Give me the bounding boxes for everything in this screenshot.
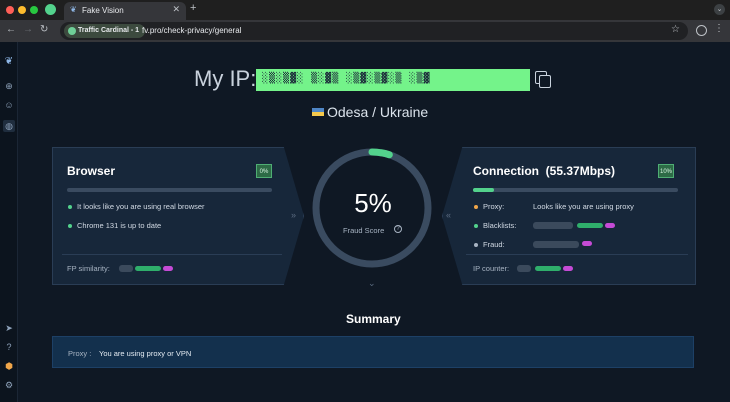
close-window-button[interactable] xyxy=(6,6,14,14)
connection-score-badge: 10% xyxy=(658,164,674,178)
tab-bar: ❦ Fake Vision ✕ + ⌄ xyxy=(0,0,730,20)
add-circle-icon[interactable]: ⊕ xyxy=(3,80,15,92)
blacklists-green-pill xyxy=(577,223,603,228)
maximize-window-button[interactable] xyxy=(30,6,38,14)
ip-counter-label: IP counter: xyxy=(473,264,510,273)
browser-panel-title: Browser xyxy=(67,164,116,178)
info-icon[interactable]: ? xyxy=(394,225,402,233)
globe-check-icon[interactable]: ◍ xyxy=(3,120,15,132)
extension-icon[interactable] xyxy=(45,4,56,15)
browser-score-badge: 0% xyxy=(256,164,272,178)
connection-progress-bar xyxy=(473,188,678,192)
fp-green-pill xyxy=(135,266,161,271)
tab-title: Fake Vision xyxy=(82,6,124,15)
close-tab-icon[interactable]: ✕ xyxy=(172,4,180,15)
neutral-bullet-icon xyxy=(474,243,478,247)
summary-title: Summary xyxy=(346,312,401,326)
new-tab-button[interactable]: + xyxy=(190,2,196,14)
minimize-window-button[interactable] xyxy=(18,6,26,14)
ip-address-value: ░▒░▒▓░ ▒░▓▒ ░▒▓░▒▓░▒ ░▒▓ xyxy=(256,69,530,91)
bookmark-star-icon[interactable]: ☆ xyxy=(671,24,680,35)
browser-window: ❦ Fake Vision ✕ + ⌄ ← → ↻ Traffic Cardin… xyxy=(0,0,730,402)
tab-active[interactable]: ❦ Fake Vision ✕ xyxy=(64,2,186,20)
ip-counter-green-pill xyxy=(535,266,561,271)
browser-item-1: It looks like you are using real browser xyxy=(77,202,205,211)
connection-panel-title: Connection (55.37Mbps) xyxy=(473,164,615,178)
browser-progress-bar xyxy=(67,188,272,192)
location: Odesa / Ukraine xyxy=(312,104,428,120)
sidebar: ❦ ⊕ ☺ ◍ ➤ ? ⬢ ⚙ xyxy=(0,42,18,402)
hexagon-icon[interactable]: ⬢ xyxy=(3,360,15,372)
proxy-label: Proxy: xyxy=(483,202,505,211)
fp-similarity-label: FP similarity: xyxy=(67,264,110,273)
fraud-magenta-pill xyxy=(582,241,592,246)
chevron-right-icon: » xyxy=(291,210,297,220)
tab-search-icon[interactable]: ⌄ xyxy=(714,4,725,15)
blacklists-magenta-pill xyxy=(605,223,615,228)
help-icon[interactable]: ? xyxy=(3,341,15,353)
blacklists-label: Blacklists: xyxy=(483,221,517,230)
check-bullet-icon xyxy=(68,224,72,228)
connection-title-text: Connection xyxy=(473,164,539,178)
fp-magenta-pill xyxy=(163,266,173,271)
summary-label: Proxy : xyxy=(68,349,92,358)
check-bullet-icon xyxy=(474,224,478,228)
forward-button[interactable]: → xyxy=(23,24,33,35)
ip-counter-magenta-pill xyxy=(563,266,573,271)
ip-address-text: ░▒░▒▓░ ▒░▓▒ ░▒▓░▒▓░▒ ░▒▓ xyxy=(262,73,431,84)
connection-divider xyxy=(466,254,688,255)
check-bullet-icon xyxy=(68,205,72,209)
fraud-value xyxy=(533,241,579,248)
user-icon[interactable]: ☺ xyxy=(3,99,15,111)
connection-speed: (55.37Mbps) xyxy=(545,164,616,178)
warning-bullet-icon xyxy=(474,205,478,209)
copy-icon[interactable] xyxy=(535,71,551,88)
ukraine-flag-icon xyxy=(312,108,324,116)
connection-progress-fill xyxy=(473,188,494,192)
my-ip-label: My IP: xyxy=(194,66,257,91)
back-button[interactable]: ← xyxy=(6,24,16,35)
browser-item-2: Chrome 131 is up to date xyxy=(77,221,162,230)
profile-chip-label: Traffic Cardinal - 1 xyxy=(78,27,140,34)
reload-button[interactable]: ↻ xyxy=(40,24,48,35)
butterfly-logo-icon[interactable]: ❦ xyxy=(3,56,15,68)
summary-text: You are using proxy or VPN xyxy=(99,349,192,358)
fraud-score-value: 5% xyxy=(354,188,392,218)
fraud-score-label: Fraud Score xyxy=(343,226,385,235)
profile-icon xyxy=(68,27,76,35)
summary-box: Proxy : You are using proxy or VPN xyxy=(52,336,694,368)
menu-icon[interactable]: ⋮ xyxy=(714,23,724,34)
chevron-left-icon: « xyxy=(446,210,452,220)
ip-counter-value xyxy=(517,265,531,272)
profile-chip[interactable]: Traffic Cardinal - 1 xyxy=(64,24,146,38)
chevron-down-icon[interactable]: ⌄ xyxy=(368,278,376,289)
toolbar: ← → ↻ Traffic Cardinal - 1 fv.pro/check-… xyxy=(0,20,730,42)
proxy-value: Looks like you are using proxy xyxy=(533,202,634,211)
telegram-icon[interactable]: ➤ xyxy=(3,322,15,334)
butterfly-icon: ❦ xyxy=(70,5,77,14)
settings-icon[interactable]: ⚙ xyxy=(3,379,15,391)
fp-similarity-value xyxy=(119,265,133,272)
account-icon[interactable] xyxy=(696,25,707,36)
blacklists-value xyxy=(533,222,573,229)
location-text: Odesa / Ukraine xyxy=(327,104,429,120)
browser-divider xyxy=(62,254,282,255)
address-bar[interactable]: Traffic Cardinal - 1 fv.pro/check-privac… xyxy=(60,22,688,40)
fraud-label: Fraud: xyxy=(483,240,505,249)
url-text: fv.pro/check-privacy/general xyxy=(142,26,242,35)
